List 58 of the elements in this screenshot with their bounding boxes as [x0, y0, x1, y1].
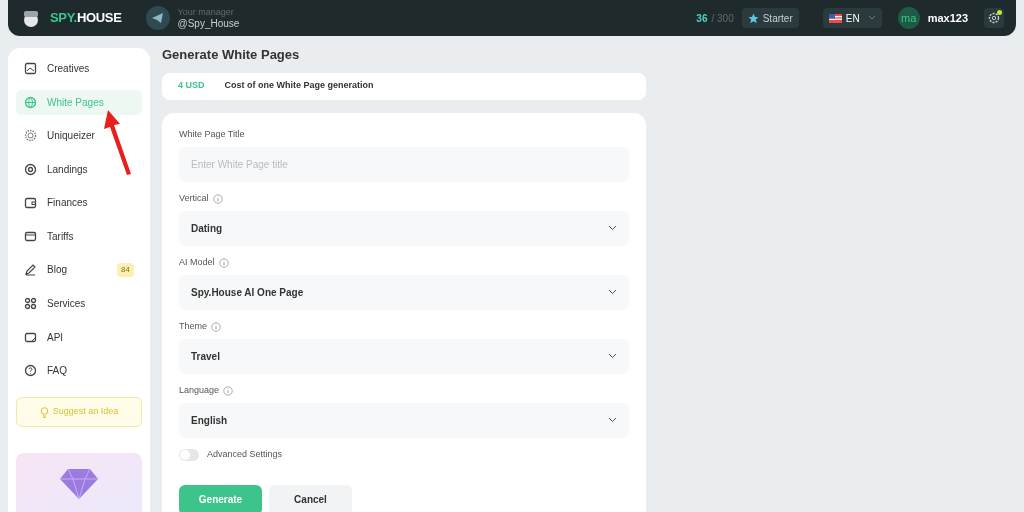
pen-icon	[24, 263, 37, 277]
field-label: Vertical	[179, 191, 209, 205]
grid-icon	[24, 297, 37, 310]
flag-icon	[828, 13, 842, 23]
avatar: ma	[897, 7, 920, 29]
select-dropdown[interactable]: Travel	[179, 338, 629, 374]
settings-button[interactable]	[984, 8, 1004, 28]
count-badge: 84	[117, 262, 134, 277]
select-dropdown[interactable]: Spy.House AI One Page	[179, 274, 629, 310]
language-button[interactable]: EN	[822, 8, 882, 28]
field-label: Language	[179, 383, 220, 397]
chevron-down-icon	[608, 353, 617, 359]
field-label: AI Model	[179, 255, 215, 269]
cancel-button[interactable]: Cancel	[269, 484, 352, 512]
sidebar-item[interactable]: Services	[16, 290, 142, 317]
logo-text: HOUSE	[76, 9, 122, 28]
fingerprint-icon	[24, 129, 37, 143]
card-icon	[24, 229, 37, 243]
sidebar-item[interactable]: Landings	[16, 156, 142, 183]
telegram-icon	[145, 6, 170, 30]
select-dropdown[interactable]: English	[179, 402, 629, 438]
lightbulb-icon	[39, 406, 49, 418]
star-icon	[747, 12, 759, 24]
cost-description: Cost of one White Page generation	[224, 79, 374, 93]
chevron-down-icon	[608, 225, 617, 231]
toggle-label: Advanced Settings	[207, 447, 283, 461]
logo-text: SPY.	[50, 9, 77, 28]
sidebar-item[interactable]: API	[16, 324, 142, 350]
chevron-down-icon	[867, 15, 876, 21]
sidebar-item[interactable]: FAQ	[16, 357, 142, 384]
chevron-down-icon	[608, 289, 617, 295]
globe-icon	[24, 95, 37, 109]
sidebar-item[interactable]: Finances	[16, 190, 142, 216]
sidebar-item[interactable]: Tariffs	[16, 223, 142, 250]
username: max123	[927, 10, 968, 26]
field-label: White Page Title	[179, 127, 245, 141]
sidebar-item[interactable]: Creatives	[16, 56, 142, 82]
diamond-icon	[60, 468, 98, 499]
manager-label: Your manager	[177, 7, 235, 18]
field-label: Theme	[179, 319, 207, 333]
settings-icon	[988, 12, 1000, 24]
sidebar-item[interactable]: Blog 84	[16, 257, 142, 283]
help-icon	[24, 364, 37, 378]
plan-button[interactable]: Starter	[741, 8, 799, 28]
text-field[interactable]: Enter White Page title	[179, 146, 629, 182]
credits-total: / 300	[711, 11, 734, 26]
sidebar-item[interactable]: Uniqueizer	[16, 123, 142, 149]
target-icon	[24, 162, 37, 176]
chevron-down-icon	[608, 417, 617, 423]
image-icon	[24, 62, 37, 76]
credits-used: 36	[696, 11, 708, 26]
wallet-icon	[24, 196, 37, 210]
cost-price: 4 USD	[178, 79, 205, 93]
monitor-icon	[24, 330, 37, 344]
manager-handle: @Spy_House	[177, 18, 240, 29]
toggle-switch[interactable]	[179, 448, 199, 461]
page-title: Generate White Pages	[162, 46, 301, 64]
select-dropdown[interactable]: Dating	[179, 210, 629, 246]
